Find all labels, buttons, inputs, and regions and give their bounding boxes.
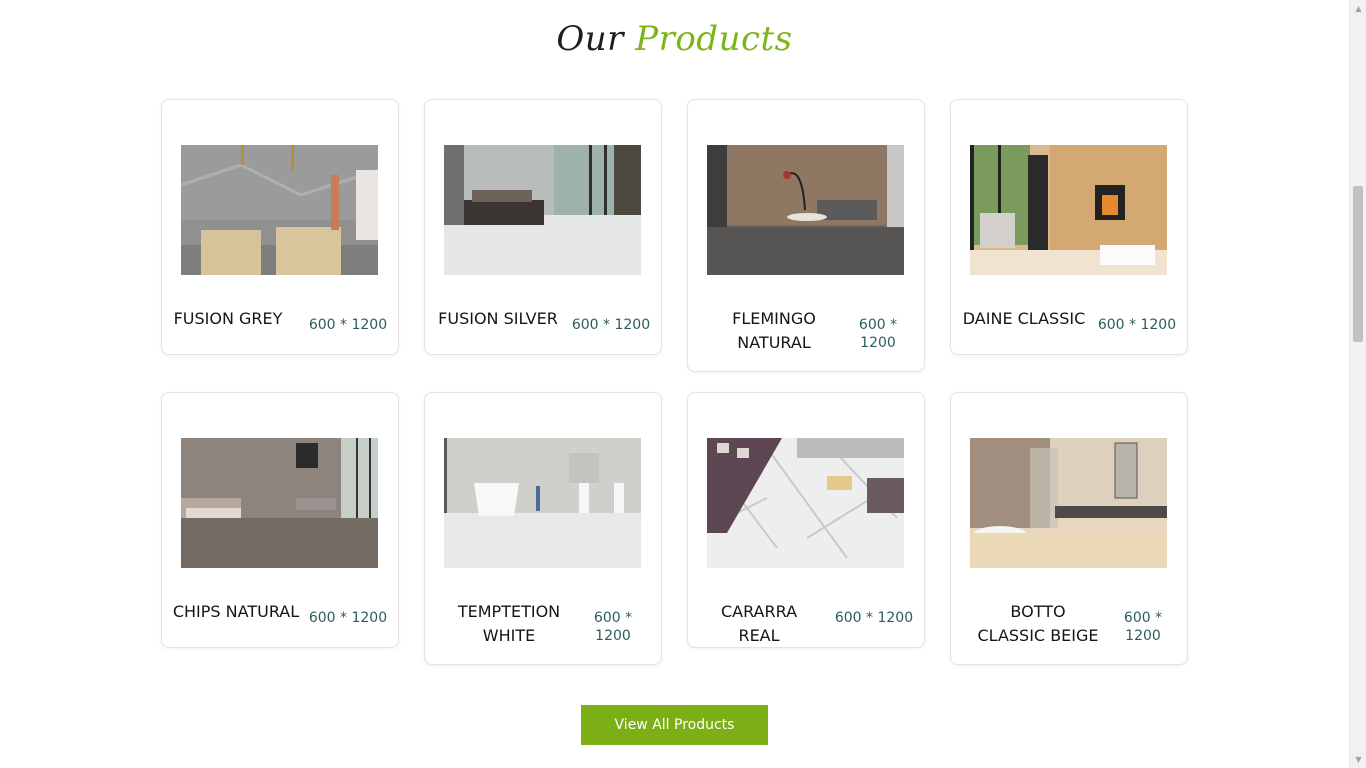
product-name[interactable]: BOTTO CLASSIC BEIGE bbox=[975, 600, 1101, 648]
product-size: 600 * 1200 bbox=[834, 610, 914, 626]
product-name[interactable]: FLEMINGO NATURAL bbox=[724, 307, 824, 355]
product-image[interactable] bbox=[970, 145, 1167, 275]
product-card-chips-natural[interactable]: CHIPS NATURAL 600 * 1200 bbox=[161, 392, 399, 648]
product-card-temptetion-white[interactable]: TEMPTETION WHITE 600 * 1200 bbox=[424, 392, 662, 665]
product-size: 600 * 1200 bbox=[1097, 317, 1177, 333]
product-size: 600 * 1200 bbox=[308, 317, 388, 333]
product-card-cararra-real[interactable]: CARARRA REAL 600 * 1200 bbox=[687, 392, 925, 648]
product-image[interactable] bbox=[444, 438, 641, 568]
product-name[interactable]: FUSION GREY bbox=[172, 307, 284, 331]
product-card-botto-classic-beige[interactable]: BOTTO CLASSIC BEIGE 600 * 1200 bbox=[950, 392, 1188, 665]
product-image[interactable] bbox=[707, 438, 904, 568]
product-image[interactable] bbox=[707, 145, 904, 275]
section-title-part1: Our bbox=[556, 19, 624, 59]
product-name[interactable]: CHIPS NATURAL bbox=[172, 600, 300, 624]
product-image[interactable] bbox=[181, 145, 378, 275]
product-name[interactable]: TEMPTETION WHITE bbox=[453, 600, 565, 648]
scroll-down-arrow-icon[interactable]: ▼ bbox=[1350, 751, 1366, 768]
product-card-fusion-grey[interactable]: FUSION GREY 600 * 1200 bbox=[161, 99, 399, 355]
product-image[interactable] bbox=[444, 145, 641, 275]
vertical-scrollbar[interactable]: ▲ ▼ bbox=[1349, 0, 1366, 768]
product-size: 600 * 1200 bbox=[858, 317, 898, 351]
scrollbar-thumb[interactable] bbox=[1353, 186, 1363, 342]
product-size: 600 * 1200 bbox=[571, 317, 651, 333]
product-size: 600 * 1200 bbox=[308, 610, 388, 626]
product-size: 600 * 1200 bbox=[593, 610, 633, 644]
product-card-flemingo-natural[interactable]: FLEMINGO NATURAL 600 * 1200 bbox=[687, 99, 925, 372]
product-size: 600 * 1200 bbox=[1123, 610, 1163, 644]
view-all-products-button[interactable]: View All Products bbox=[581, 705, 768, 745]
product-card-daine-classic[interactable]: DAINE CLASSIC 600 * 1200 bbox=[950, 99, 1188, 355]
product-card-fusion-silver[interactable]: FUSION SILVER 600 * 1200 bbox=[424, 99, 662, 355]
product-name[interactable]: CARARRA REAL bbox=[698, 600, 820, 648]
product-name[interactable]: FUSION SILVER bbox=[435, 307, 561, 331]
product-name[interactable]: DAINE CLASSIC bbox=[961, 307, 1087, 331]
section-title: Our Products bbox=[0, 16, 1349, 62]
product-image[interactable] bbox=[970, 438, 1167, 568]
scroll-up-arrow-icon[interactable]: ▲ bbox=[1350, 0, 1366, 17]
product-image[interactable] bbox=[181, 438, 378, 568]
section-title-part2: Products bbox=[635, 19, 793, 59]
